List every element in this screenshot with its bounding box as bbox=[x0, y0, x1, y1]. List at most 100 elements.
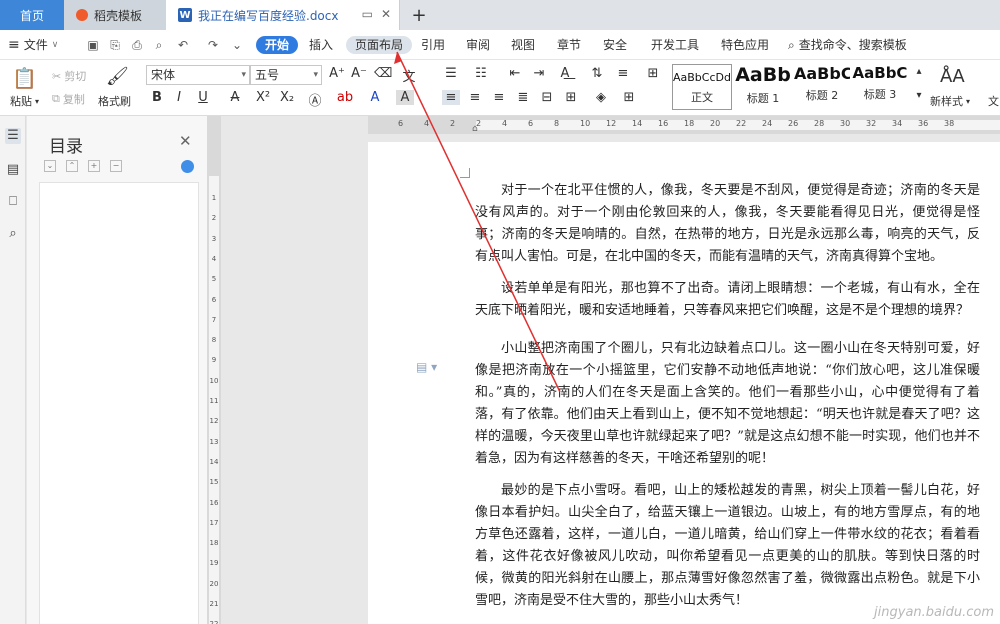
save-icon[interactable]: ▣ bbox=[86, 38, 100, 52]
command-search[interactable]: ⌕ 查找命令、搜索模板 bbox=[788, 36, 907, 54]
chinese-layout-icon[interactable]: A͟ bbox=[556, 66, 574, 81]
print-icon[interactable]: ⎙ bbox=[130, 38, 144, 52]
line-spacing-icon[interactable]: ≡ bbox=[614, 66, 632, 81]
chapter-icon[interactable]: ▤ bbox=[5, 162, 21, 178]
highlight-icon[interactable]: ab bbox=[336, 90, 354, 105]
border-icon[interactable]: ⊞ bbox=[620, 90, 638, 105]
subscript-icon[interactable]: X₂ bbox=[278, 90, 296, 105]
expand-all-icon[interactable]: ⌃ bbox=[66, 160, 78, 172]
phonetic-icon[interactable]: 文 bbox=[400, 66, 418, 85]
italic-icon[interactable]: I bbox=[170, 90, 188, 105]
sync-icon[interactable] bbox=[181, 160, 194, 173]
document-page[interactable]: 对于一个在北平住惯的人，像我，冬天要是不刮风，便觉得是奇迹；济南的冬天是没有风声… bbox=[368, 142, 1000, 624]
vruler-number: 19 bbox=[209, 559, 219, 568]
customize-icon[interactable]: ⌄ bbox=[230, 38, 244, 52]
menu-insert[interactable]: 插入 bbox=[300, 36, 342, 54]
menu-page-layout[interactable]: 页面布局 bbox=[346, 36, 413, 54]
paragraph-3[interactable]: 小山整把济南围了个圈儿，只有北边缺着点口儿。这一圈小山在冬天特别可爱，好像是把济… bbox=[475, 338, 980, 470]
remove-heading-icon[interactable]: − bbox=[110, 160, 122, 172]
paste-icon[interactable]: 📋 bbox=[12, 66, 37, 90]
decrease-indent-icon[interactable]: ⇤ bbox=[506, 66, 524, 81]
style-heading-1[interactable]: AaBb 标题 1 bbox=[734, 64, 792, 110]
vruler-number: 4 bbox=[211, 254, 217, 263]
new-style-icon[interactable]: ÅA bbox=[940, 66, 965, 87]
copy-label: 复制 bbox=[62, 93, 85, 106]
close-tab-icon[interactable]: ✕ bbox=[381, 7, 391, 21]
vruler-number: 17 bbox=[209, 518, 219, 527]
cut-button[interactable]: ✂ 剪切 bbox=[52, 68, 86, 84]
add-heading-icon[interactable]: + bbox=[88, 160, 100, 172]
style-heading-2[interactable]: AaBbC 标题 2 bbox=[794, 64, 850, 110]
font-size-select[interactable]: 五号 ▾ bbox=[250, 65, 322, 85]
numbered-list-icon[interactable]: ☷ bbox=[472, 66, 490, 81]
collapse-all-icon[interactable]: ⌄ bbox=[44, 160, 56, 172]
export-icon[interactable]: ⎘ bbox=[108, 38, 122, 52]
format-painter-button[interactable]: 格式刷 bbox=[98, 93, 131, 109]
grow-font-icon[interactable]: A⁺ bbox=[328, 66, 346, 81]
justify-icon[interactable]: ≣ bbox=[514, 90, 532, 105]
font-color-icon[interactable]: A bbox=[366, 90, 384, 105]
preview-icon[interactable]: ⌕ bbox=[152, 38, 166, 52]
window-icon[interactable]: ▭ bbox=[362, 7, 373, 21]
new-style-button[interactable]: 新样式 ▾ bbox=[930, 93, 970, 109]
underline-icon[interactable]: U bbox=[194, 90, 212, 105]
table-icon[interactable]: ⊞ bbox=[562, 90, 580, 105]
style-normal[interactable]: AaBbCcDd 正文 bbox=[672, 64, 732, 110]
outline-icon[interactable]: ☰ bbox=[5, 128, 21, 144]
file-menu[interactable]: ≡ 文件 ∨ bbox=[8, 36, 58, 53]
find-icon[interactable]: ⌕ bbox=[5, 226, 21, 242]
menu-security[interactable]: 安全 bbox=[594, 36, 636, 54]
shading-icon[interactable]: ◈ bbox=[592, 90, 610, 105]
tab-document[interactable]: W 我正在编写百度经验.docx ▭ ✕ bbox=[166, 0, 400, 30]
bookmark-icon[interactable]: ⎕ bbox=[5, 194, 21, 210]
tab-home[interactable]: 首页 bbox=[0, 0, 64, 30]
font-name-select[interactable]: 宋体 ▾ bbox=[146, 65, 250, 85]
increase-indent-icon[interactable]: ⇥ bbox=[530, 66, 548, 81]
new-tab-button[interactable]: + bbox=[406, 0, 432, 30]
style-heading-3[interactable]: AaBbC 标题 3 bbox=[852, 64, 908, 110]
clear-format-icon[interactable]: ⌫ bbox=[374, 66, 392, 81]
ruler-number: 26 bbox=[788, 119, 799, 128]
close-icon[interactable]: ✕ bbox=[179, 132, 192, 150]
paste-button[interactable]: 粘贴 ▾ bbox=[10, 93, 39, 109]
borders-icon[interactable]: ⊞ bbox=[644, 66, 662, 81]
menu-features[interactable]: 特色应用 bbox=[712, 36, 778, 54]
undo-icon[interactable]: ↶ bbox=[176, 38, 190, 52]
ruler-number: 28 bbox=[814, 119, 825, 128]
tab-template[interactable]: 稻壳模板 bbox=[64, 0, 166, 30]
copy-button[interactable]: ⧉ 复制 bbox=[52, 91, 85, 107]
style-heading-3-sample: AaBbC bbox=[852, 64, 908, 82]
menu-review[interactable]: 审阅 bbox=[457, 36, 499, 54]
strikethrough-icon[interactable]: A bbox=[226, 90, 244, 105]
text-effect-icon[interactable]: Ⓐ bbox=[306, 90, 324, 109]
distribute-icon[interactable]: ⊟ bbox=[538, 90, 556, 105]
paragraph-4[interactable]: 最妙的是下点小雪呀。看吧，山上的矮松越发的青黑，树尖上顶着一髻儿白花，好像日本看… bbox=[475, 480, 980, 612]
menu-view[interactable]: 视图 bbox=[502, 36, 544, 54]
vertical-ruler[interactable]: 1234567891011121314151617181920212223 bbox=[207, 116, 221, 624]
menu-references[interactable]: 引用 bbox=[412, 36, 454, 54]
bullet-list-icon[interactable]: ☰ bbox=[442, 66, 460, 81]
indent-marker-icon[interactable]: ⌂ bbox=[472, 124, 478, 134]
menu-start[interactable]: 开始 bbox=[256, 36, 299, 54]
char-shading-icon[interactable]: A bbox=[396, 90, 414, 105]
bold-icon[interactable]: B bbox=[148, 90, 166, 105]
paragraph-handle-icon[interactable]: ▤ ▾ bbox=[416, 360, 437, 374]
align-left-icon[interactable]: ≡ bbox=[442, 90, 460, 105]
menu-chapter[interactable]: 章节 bbox=[548, 36, 590, 54]
paragraph-2[interactable]: 设若单单是有阳光，那也算不了出奇。请闭上眼睛想：一个老城，有山有水，全在天底下晒… bbox=[475, 278, 980, 322]
align-right-icon[interactable]: ≡ bbox=[490, 90, 508, 105]
title-bar: 首页 稻壳模板 W 我正在编写百度经验.docx ▭ ✕ + bbox=[0, 0, 1000, 30]
styles-scroll-icon[interactable]: ▴ bbox=[910, 66, 928, 77]
menu-developer[interactable]: 开发工具 bbox=[642, 36, 708, 54]
hamburger-icon: ≡ bbox=[8, 36, 20, 53]
paragraph-1[interactable]: 对于一个在北平住惯的人，像我，冬天要是不刮风，便觉得是奇迹；济南的冬天是没有风声… bbox=[475, 180, 980, 268]
sort-icon[interactable]: ⇅ bbox=[588, 66, 606, 81]
shrink-font-icon[interactable]: A⁻ bbox=[350, 66, 368, 81]
horizontal-ruler[interactable]: 6 4 2 2 4 6 8 10 12 14 16 18 20 22 24 26 28 30 32 34 36 38 ⌂ bbox=[368, 116, 1000, 134]
align-center-icon[interactable]: ≡ bbox=[466, 90, 484, 105]
redo-icon[interactable]: ↷ bbox=[206, 38, 220, 52]
superscript-icon[interactable]: X² bbox=[254, 90, 272, 105]
format-painter-icon[interactable]: 🖌 bbox=[106, 66, 129, 87]
text-tools-button[interactable]: 文 bbox=[988, 93, 999, 109]
styles-expand-icon[interactable]: ▾ bbox=[910, 90, 928, 101]
